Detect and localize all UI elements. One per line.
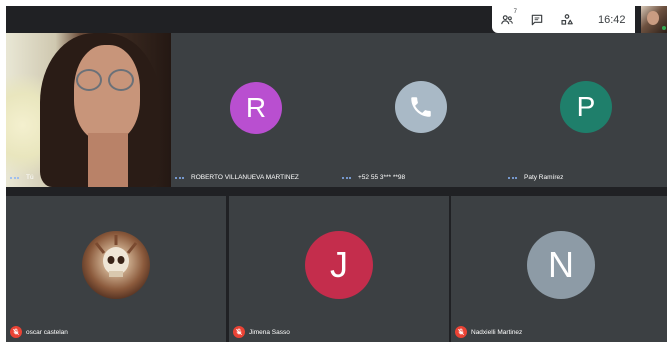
speaking-indicator-icon — [10, 176, 19, 179]
participant-name: oscar castelan — [26, 328, 68, 336]
microphone-off-icon — [10, 326, 22, 338]
chat-button[interactable] — [522, 6, 552, 33]
meeting-toolbar: 7 16:42 — [492, 6, 635, 33]
participant-tile-self[interactable]: Tú — [6, 33, 171, 187]
people-icon — [501, 14, 513, 24]
participant-tile[interactable]: J Jimena Sasso — [229, 196, 449, 342]
participant-label: oscar castelan — [10, 326, 68, 338]
speaking-indicator-icon — [342, 176, 351, 179]
activities-icon — [561, 13, 573, 25]
people-count-badge: 7 — [513, 9, 517, 15]
speaking-indicator-icon — [508, 176, 517, 179]
participant-name: Jimena Sasso — [249, 328, 290, 336]
participant-name: +52 55 3*** **98 — [358, 174, 406, 181]
microphone-off-icon — [233, 326, 245, 338]
participant-avatar — [395, 81, 447, 133]
microphone-off-icon — [455, 326, 467, 338]
participant-label: +52 55 3*** **98 — [342, 174, 405, 181]
phone-icon — [411, 97, 431, 117]
top-bar: 7 16:42 — [6, 6, 667, 33]
activities-button[interactable] — [552, 6, 582, 33]
self-preview-thumbnail[interactable] — [641, 6, 667, 33]
participant-name: Paty Ramírez — [524, 174, 564, 181]
participant-label: ROBERTO VILLANUEVA MARTINEZ — [175, 174, 299, 181]
clock: 16:42 — [598, 13, 626, 26]
chat-icon — [531, 14, 543, 25]
participant-label: Paty Ramírez — [508, 174, 563, 181]
meeting-stage: 7 16:42 Tú R ROBERTO VILLANUEVA MARTINEZ… — [6, 6, 667, 342]
participant-avatar: J — [305, 231, 373, 299]
participant-avatar: N — [527, 231, 595, 299]
speaking-indicator-icon — [175, 176, 184, 179]
participant-tile[interactable]: N Nadxielli Martinez — [451, 196, 667, 342]
participant-label: Jimena Sasso — [233, 326, 290, 338]
participant-avatar: R — [230, 82, 282, 134]
participant-label: Tú — [10, 174, 34, 181]
participant-tile[interactable]: oscar castelan — [6, 196, 226, 342]
participant-avatar — [82, 231, 150, 299]
participant-tile[interactable]: R ROBERTO VILLANUEVA MARTINEZ — [171, 33, 338, 187]
people-button[interactable]: 7 — [492, 6, 522, 33]
active-indicator-icon — [662, 26, 666, 30]
participant-name: Nadxielli Martinez — [471, 328, 523, 336]
self-video-feed — [6, 33, 171, 187]
participant-name: Tú — [26, 174, 34, 181]
skull-art-icon — [94, 235, 138, 277]
participant-tile[interactable]: +52 55 3*** **98 — [338, 33, 504, 187]
participant-label: Nadxielli Martinez — [455, 326, 522, 338]
participant-name: ROBERTO VILLANUEVA MARTINEZ — [191, 174, 299, 181]
participant-tile[interactable]: P Paty Ramírez — [504, 33, 667, 187]
participant-avatar: P — [560, 81, 612, 133]
